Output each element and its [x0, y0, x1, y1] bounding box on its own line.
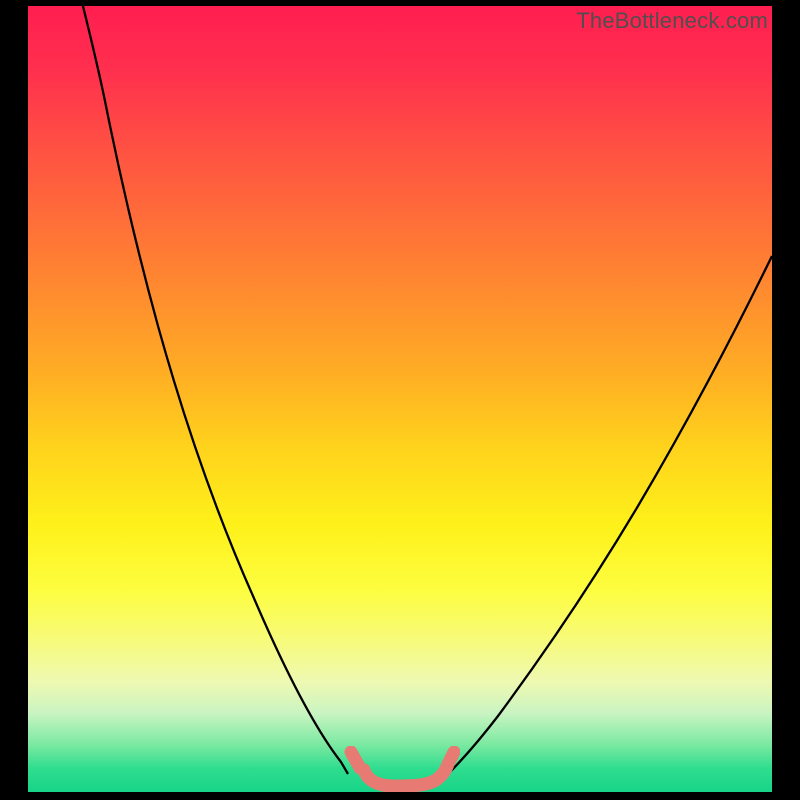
- plot-area: [28, 6, 772, 792]
- chart-frame: TheBottleneck.com: [0, 0, 800, 800]
- right-curve: [448, 256, 772, 774]
- curve-layer: [28, 6, 772, 792]
- watermark-text: TheBottleneck.com: [576, 8, 768, 34]
- bottom-marker: [340, 746, 450, 784]
- left-curve: [78, 6, 348, 774]
